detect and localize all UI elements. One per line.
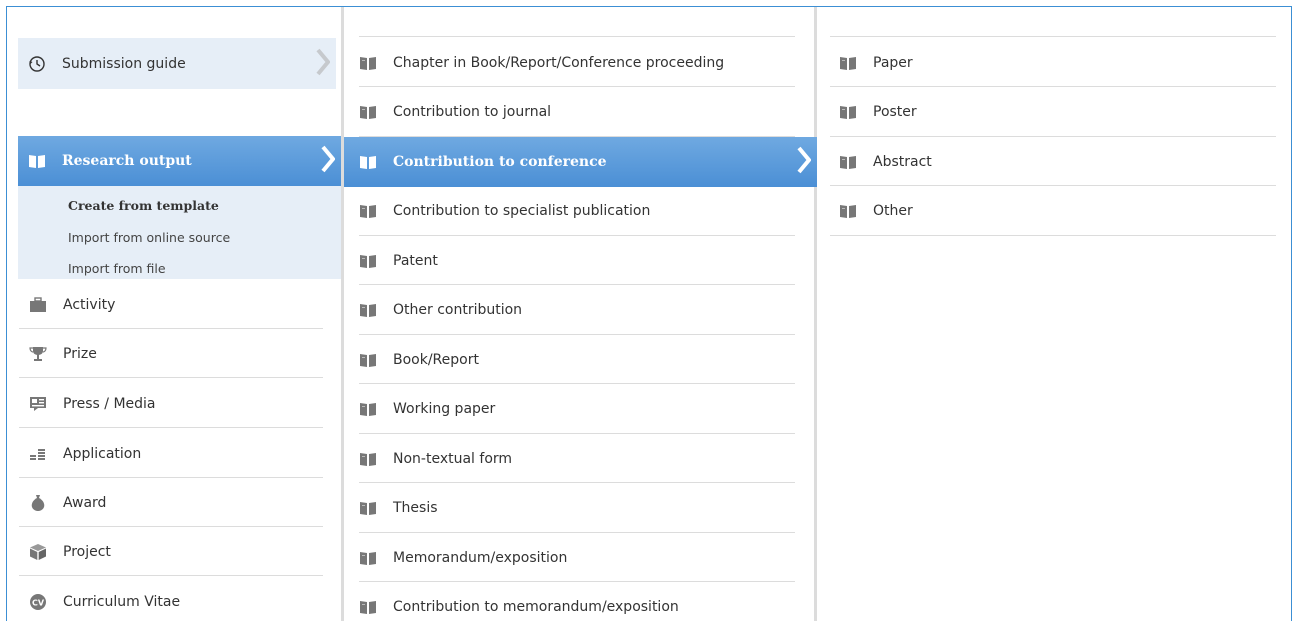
output-type-label: Contribution to conference (393, 154, 607, 170)
submission-wizard: Submission guide Research output Create … (6, 6, 1292, 621)
output-type-chapter-in-book-report-conference-proceeding[interactable]: Chapter in Book/Report/Conference procee… (359, 38, 795, 87)
briefcase-icon (29, 296, 47, 314)
book-icon (359, 253, 377, 269)
conference-type-poster[interactable]: Poster (830, 88, 1276, 137)
output-type-contribution-to-specialist-publication[interactable]: Contribution to specialist publication (359, 187, 795, 236)
divider (830, 36, 1276, 37)
menu-item-curriculum-vitae[interactable]: CV Curriculum Vitae (19, 577, 323, 621)
cv-icon: CV (29, 593, 47, 611)
book-icon (839, 104, 857, 120)
menu-item-project[interactable]: Project (19, 527, 323, 576)
trophy-icon (29, 345, 47, 363)
cube-icon (29, 543, 47, 561)
output-type-contribution-to-memorandum-exposition[interactable]: Contribution to memorandum/exposition (359, 583, 795, 621)
research-output-submenu: Create from template Import from online … (18, 186, 341, 279)
conference-type-label: Poster (873, 104, 917, 120)
book-icon (839, 203, 857, 219)
conference-type-label: Other (873, 203, 913, 219)
output-type-label: Contribution to memorandum/exposition (393, 599, 679, 615)
create-from-template-link[interactable]: Create from template (68, 198, 219, 213)
book-icon (359, 203, 377, 219)
chevron-right-icon (321, 145, 336, 177)
menu-item-activity[interactable]: Activity (19, 280, 323, 329)
conference-type-paper[interactable]: Paper (830, 38, 1276, 87)
money-bag-icon (29, 494, 47, 512)
output-type-label: Working paper (393, 401, 496, 417)
book-icon (359, 352, 377, 368)
book-icon (359, 302, 377, 318)
curriculum-vitae-label: Curriculum Vitae (63, 593, 181, 610)
import-online-source-link[interactable]: Import from online source (68, 230, 230, 245)
book-icon (359, 550, 377, 566)
newspaper-icon (29, 395, 47, 413)
book-icon (839, 55, 857, 71)
project-label: Project (63, 543, 111, 560)
conference-type-label: Abstract (873, 153, 932, 170)
menu-item-prize[interactable]: Prize (19, 329, 323, 378)
output-type-label: Non-textual form (393, 450, 513, 467)
menu-item-press-media[interactable]: Press / Media (19, 379, 323, 428)
menu-item-research-output[interactable]: Research output (18, 136, 341, 186)
output-type-contribution-to-journal[interactable]: Contribution to journal (359, 88, 795, 137)
award-label: Award (63, 494, 107, 511)
output-type-book-report[interactable]: Book/Report (359, 335, 795, 384)
book-icon (359, 154, 377, 170)
book-icon (359, 55, 377, 71)
book-icon (359, 451, 377, 467)
press-media-label: Press / Media (63, 395, 156, 412)
book-icon (359, 500, 377, 516)
divider (359, 36, 795, 37)
output-type-column: Chapter in Book/Report/Conference procee… (341, 7, 817, 621)
research-output-label: Research output (62, 153, 192, 169)
output-type-contribution-to-conference[interactable]: Contribution to conference (344, 137, 817, 187)
output-type-label: Chapter in Book/Report/Conference procee… (393, 54, 725, 71)
conference-type-label: Paper (873, 54, 913, 71)
submission-guide-label: Submission guide (62, 55, 186, 72)
output-type-label: Contribution to specialist publication (393, 203, 651, 219)
output-type-label: Contribution to journal (393, 104, 552, 120)
book-icon (359, 104, 377, 120)
menu-item-submission-guide[interactable]: Submission guide (18, 38, 336, 89)
output-type-memorandum-exposition[interactable]: Memorandum/exposition (359, 533, 795, 582)
chevron-right-icon (797, 146, 812, 178)
conference-type-other[interactable]: Other (830, 187, 1276, 236)
output-type-working-paper[interactable]: Working paper (359, 385, 795, 434)
output-type-label: Thesis (393, 500, 438, 516)
application-label: Application (63, 445, 142, 462)
book-icon (359, 599, 377, 615)
svg-text:CV: CV (32, 598, 45, 607)
output-type-label: Patent (393, 252, 438, 269)
output-type-other-contribution[interactable]: Other contribution (359, 286, 795, 335)
output-type-label: Book/Report (393, 351, 479, 368)
import-from-file-link[interactable]: Import from file (68, 261, 166, 276)
coins-icon (29, 445, 47, 463)
output-type-label: Other contribution (393, 302, 523, 318)
book-icon (359, 401, 377, 417)
conference-type-column: Paper Poster Abstract Other (817, 7, 1291, 621)
clock-history-icon (28, 55, 46, 73)
output-type-patent[interactable]: Patent (359, 236, 795, 285)
output-type-label: Memorandum/exposition (393, 549, 568, 566)
conference-type-abstract[interactable]: Abstract (830, 137, 1276, 186)
chevron-right-icon (316, 48, 331, 80)
main-menu-column: Submission guide Research output Create … (7, 7, 341, 621)
menu-item-application[interactable]: Application (19, 429, 323, 478)
activity-label: Activity (63, 296, 116, 313)
prize-label: Prize (63, 345, 97, 362)
menu-item-award[interactable]: Award (19, 478, 323, 527)
output-type-non-textual-form[interactable]: Non-textual form (359, 434, 795, 483)
output-type-thesis[interactable]: Thesis (359, 484, 795, 533)
book-icon (839, 154, 857, 170)
book-icon (28, 152, 46, 170)
